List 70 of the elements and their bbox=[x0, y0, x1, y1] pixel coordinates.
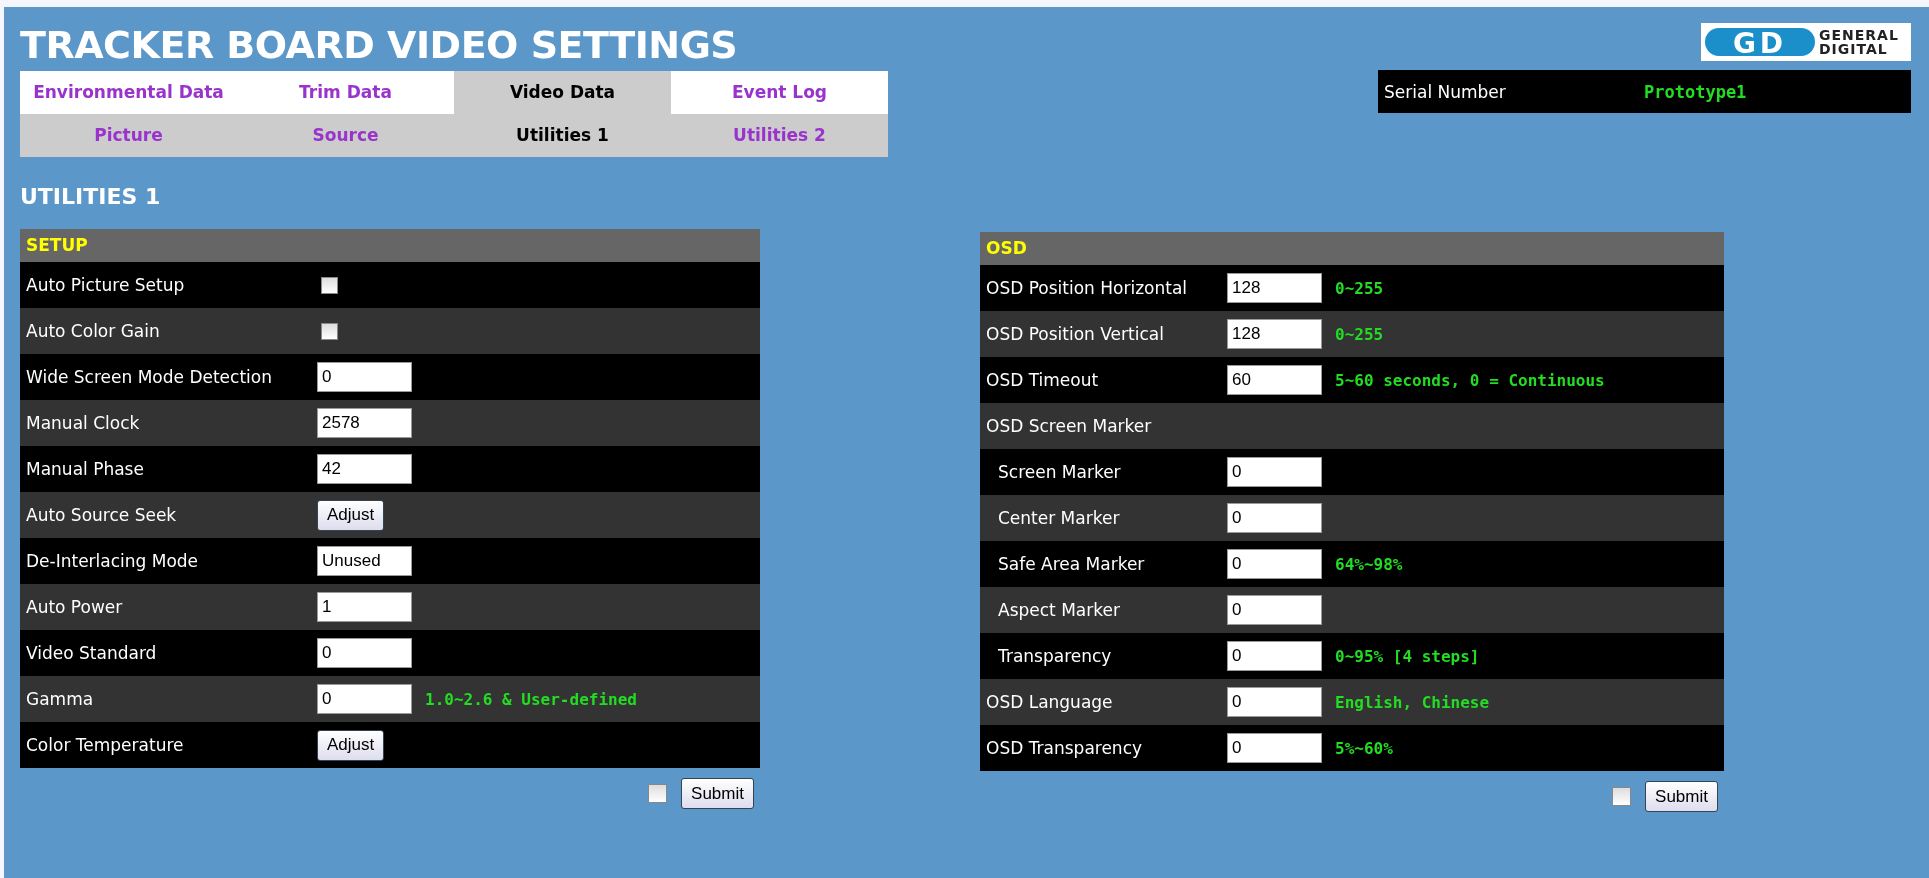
nav-tab[interactable]: Video Data bbox=[454, 71, 671, 114]
setting-label: Manual Phase bbox=[25, 459, 145, 479]
input-field[interactable]: 1 bbox=[317, 592, 412, 622]
setting-label: OSD Timeout bbox=[985, 370, 1100, 390]
nav-tab[interactable]: Source bbox=[237, 114, 454, 157]
panel-header: SETUP bbox=[20, 229, 760, 262]
checkbox[interactable] bbox=[1612, 787, 1632, 806]
nav-tab[interactable]: Event Log bbox=[671, 71, 888, 114]
input-field[interactable]: 0 bbox=[1227, 457, 1322, 487]
setting-label: De-Interlacing Mode bbox=[25, 551, 200, 571]
input-field[interactable]: 0 bbox=[1227, 595, 1322, 625]
setting-label: Wide Screen Mode Detection bbox=[25, 367, 273, 387]
input-field[interactable]: 2578 bbox=[317, 408, 412, 438]
setting-label: Auto Picture Setup bbox=[25, 275, 186, 295]
serial-label: Serial Number bbox=[1384, 81, 1507, 102]
section-heading: UTILITIES 1 bbox=[19, 183, 162, 209]
setting-label: OSD Language bbox=[985, 692, 1114, 712]
input-field[interactable]: 60 bbox=[1227, 365, 1322, 395]
setting-label: OSD Transparency bbox=[985, 738, 1144, 758]
input-field[interactable]: 0 bbox=[317, 638, 412, 668]
nav-tab[interactable]: Picture bbox=[20, 114, 237, 157]
nav-tab[interactable]: Trim Data bbox=[237, 71, 454, 114]
range-hint: 0~255 bbox=[1335, 324, 1384, 344]
setting-label: Auto Color Gain bbox=[25, 321, 161, 341]
range-hint: 5~60 seconds, 0 = Continuous bbox=[1335, 370, 1605, 390]
input-field[interactable]: 0 bbox=[1227, 733, 1322, 763]
input-field[interactable]: Unused bbox=[317, 546, 412, 576]
range-hint: English, Chinese bbox=[1335, 692, 1490, 712]
setting-label: Center Marker bbox=[997, 508, 1121, 528]
input-field[interactable]: 128 bbox=[1227, 319, 1322, 349]
nav-tab[interactable]: Utilities 1 bbox=[454, 114, 671, 157]
input-field[interactable]: 0 bbox=[1227, 687, 1322, 717]
input-field[interactable]: 0 bbox=[317, 684, 412, 714]
panel-header: OSD bbox=[980, 232, 1724, 265]
setting-label: Aspect Marker bbox=[997, 600, 1121, 620]
input-field[interactable]: 0 bbox=[1227, 641, 1322, 671]
submit-button[interactable]: Submit bbox=[681, 778, 754, 809]
submit-button[interactable]: Submit bbox=[1645, 781, 1718, 812]
adjust-button[interactable]: Adjust bbox=[317, 499, 385, 531]
adjust-button[interactable]: Adjust bbox=[317, 729, 385, 761]
input-field[interactable]: 0 bbox=[317, 362, 412, 392]
setting-label: Auto Source Seek bbox=[25, 505, 178, 525]
setting-label: Color Temperature bbox=[25, 735, 185, 755]
setting-label: Auto Power bbox=[25, 597, 124, 617]
setting-label: OSD Screen Marker bbox=[985, 416, 1153, 436]
range-hint: 0~255 bbox=[1335, 278, 1384, 298]
nav-tab[interactable]: Environmental Data bbox=[20, 71, 237, 114]
setting-label: Video Standard bbox=[25, 643, 158, 663]
serial-value: Prototype1 bbox=[1644, 81, 1747, 102]
setting-label: Transparency bbox=[997, 646, 1113, 666]
setting-label: OSD Position Vertical bbox=[985, 324, 1165, 344]
input-field[interactable]: 42 bbox=[317, 454, 412, 484]
range-hint: 64%~98% bbox=[1335, 554, 1403, 574]
page-title: TRACKER BOARD VIDEO SETTINGS bbox=[20, 23, 739, 67]
range-hint: 5%~60% bbox=[1335, 738, 1393, 758]
setting-label: Gamma bbox=[25, 689, 95, 709]
input-field[interactable]: 128 bbox=[1227, 273, 1322, 303]
checkbox[interactable] bbox=[321, 322, 338, 340]
range-hint: 0~95% [4 steps] bbox=[1335, 646, 1480, 666]
checkbox[interactable] bbox=[321, 276, 338, 294]
input-field[interactable]: 0 bbox=[1227, 503, 1322, 533]
nav-tab[interactable]: Utilities 2 bbox=[671, 114, 888, 157]
setting-label: Manual Clock bbox=[25, 413, 141, 433]
setting-label: OSD Position Horizontal bbox=[985, 278, 1189, 298]
company-logo: GD GENERAL DIGITAL bbox=[1701, 23, 1911, 61]
input-field[interactable]: 0 bbox=[1227, 549, 1322, 579]
setting-label: Safe Area Marker bbox=[997, 554, 1146, 574]
setting-label: Screen Marker bbox=[997, 462, 1122, 482]
range-hint: 1.0~2.6 & User-defined bbox=[425, 689, 637, 709]
checkbox[interactable] bbox=[648, 784, 668, 803]
